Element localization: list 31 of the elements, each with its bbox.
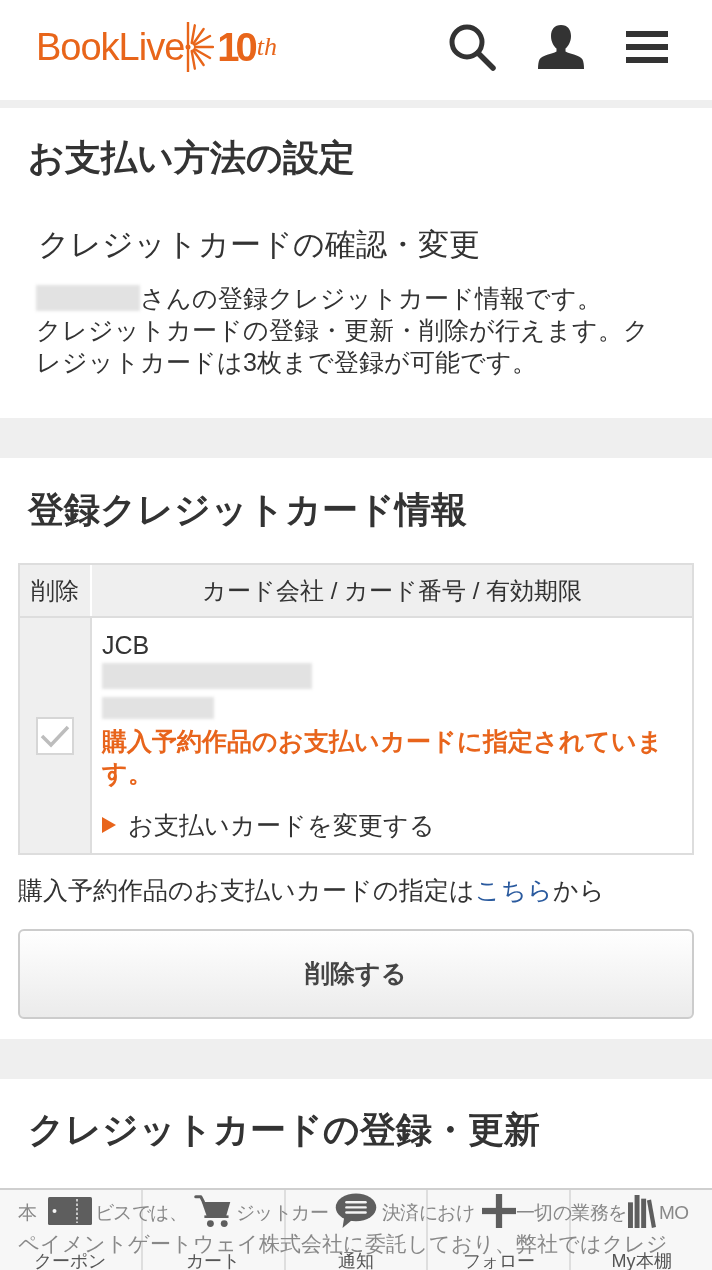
user-silhouette-icon[interactable] bbox=[538, 25, 584, 69]
intro-text: さんの登録クレジットカード情報です。 bbox=[140, 283, 602, 314]
section-subtitle: クレジットカードの確認・変更 bbox=[37, 226, 481, 264]
note-text: から bbox=[553, 876, 605, 904]
service-notice-text: 決済におけ bbox=[382, 1202, 474, 1223]
note-text: 購入予約作品のお支払いカードの指定は bbox=[18, 876, 475, 904]
sunburst-icon bbox=[184, 20, 215, 74]
notice-text: 購入予約作品のお支払いカードに指定されています。 bbox=[102, 726, 664, 789]
here-link[interactable]: こちら bbox=[475, 876, 553, 904]
menu-icon[interactable] bbox=[626, 31, 668, 63]
service-notice-text: MO bbox=[659, 1202, 689, 1223]
section-title: クレジットカードの登録・更新 bbox=[27, 1108, 541, 1152]
plus-icon[interactable] bbox=[481, 1194, 516, 1228]
bookshelf-icon[interactable] bbox=[627, 1194, 656, 1228]
description-text: クレジットカードの登録・更新・削除が行えます。クレジットカードは3枚まで登録が可能です。 bbox=[36, 315, 650, 378]
card-company: JCB bbox=[102, 630, 151, 661]
cart-icon[interactable] bbox=[194, 1193, 233, 1229]
service-notice-text: ビスでは、 bbox=[95, 1202, 187, 1223]
speech-bubble-icon[interactable] bbox=[334, 1193, 378, 1229]
column-header: カード会社 / カード番号 / 有効期限 bbox=[201, 575, 583, 606]
nav-label[interactable]: My本棚 bbox=[611, 1252, 672, 1270]
search-icon[interactable] bbox=[448, 23, 496, 71]
service-notice-text: 一切の業務を bbox=[516, 1202, 627, 1223]
service-notice-text: 本 bbox=[18, 1202, 37, 1223]
service-notice-text: ジットカー bbox=[236, 1202, 328, 1223]
ticket-icon[interactable] bbox=[48, 1197, 93, 1225]
column-header: 削除 bbox=[20, 565, 92, 616]
triangle-icon bbox=[102, 817, 116, 833]
section-title: 登録クレジットカード情報 bbox=[26, 488, 468, 532]
page-title: お支払い方法の設定 bbox=[27, 136, 356, 180]
delete-button[interactable]: 削除する bbox=[18, 929, 694, 1019]
